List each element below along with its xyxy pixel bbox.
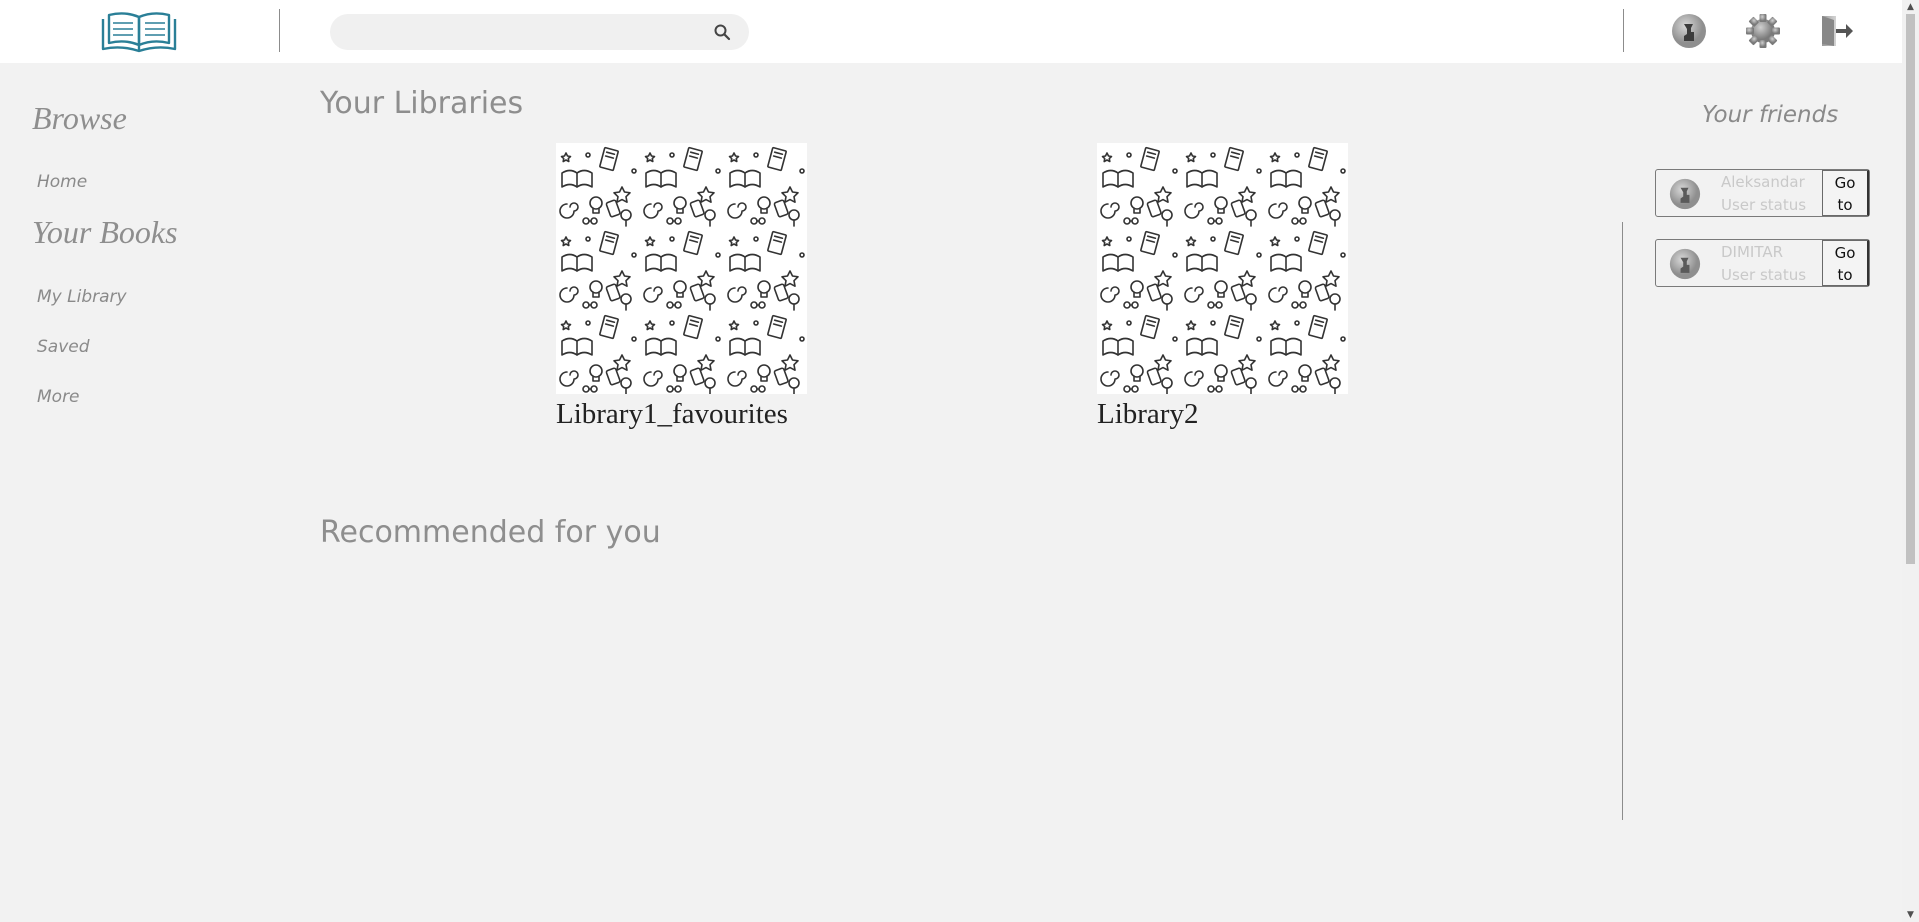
friend-name: DIMITAR xyxy=(1721,243,1784,261)
library-title[interactable]: Library1_favourites xyxy=(556,398,807,431)
go-to-friend-button[interactable]: Go to xyxy=(1822,240,1869,286)
gear-icon[interactable] xyxy=(1745,13,1781,49)
search-bar[interactable] xyxy=(330,14,749,52)
friends-panel-divider xyxy=(1622,222,1623,820)
sidebar-heading-browse: Browse xyxy=(32,100,127,136)
sidebar-item-more[interactable]: More xyxy=(37,387,80,407)
user-avatar-icon[interactable] xyxy=(1671,13,1707,49)
friends-heading: Your friends xyxy=(1702,102,1839,128)
friend-card: DIMITAR User status Go to xyxy=(1655,239,1870,287)
sidebar-item-my-library[interactable]: My Library xyxy=(37,287,127,307)
search-icon[interactable] xyxy=(713,23,731,41)
library-thumbnail[interactable] xyxy=(1097,143,1348,394)
open-book-icon[interactable] xyxy=(97,9,181,53)
library-card[interactable]: Library1_favourites xyxy=(556,143,807,431)
logout-icon[interactable] xyxy=(1818,13,1854,49)
search-input[interactable] xyxy=(346,14,710,52)
scroll-up-arrow-icon[interactable]: ▲ xyxy=(1905,2,1916,12)
sidebar-item-home[interactable]: Home xyxy=(37,172,87,192)
friend-status: User status xyxy=(1721,266,1807,284)
friend-avatar-icon xyxy=(1669,178,1701,210)
library-title[interactable]: Library2 xyxy=(1097,398,1348,431)
sidebar-heading-your-books: Your Books xyxy=(32,214,178,250)
scroll-down-arrow-icon[interactable]: ▼ xyxy=(1905,910,1916,920)
recommended-heading: Recommended for you xyxy=(320,515,661,550)
friend-avatar-icon xyxy=(1669,248,1701,280)
your-libraries-heading: Your Libraries xyxy=(320,86,524,121)
sidebar-item-saved[interactable]: Saved xyxy=(37,337,90,357)
scrollbar-thumb[interactable] xyxy=(1906,14,1915,564)
friend-status: User status xyxy=(1721,196,1807,214)
go-to-friend-button[interactable]: Go to xyxy=(1822,170,1869,216)
friend-card: Aleksandar User status Go to xyxy=(1655,169,1870,217)
top-bar xyxy=(0,0,1902,63)
library-card[interactable]: Library2 xyxy=(1097,143,1348,431)
header-divider-right xyxy=(1623,9,1624,52)
header-divider xyxy=(279,9,280,52)
library-thumbnail[interactable] xyxy=(556,143,807,394)
friend-name: Aleksandar xyxy=(1721,173,1805,191)
